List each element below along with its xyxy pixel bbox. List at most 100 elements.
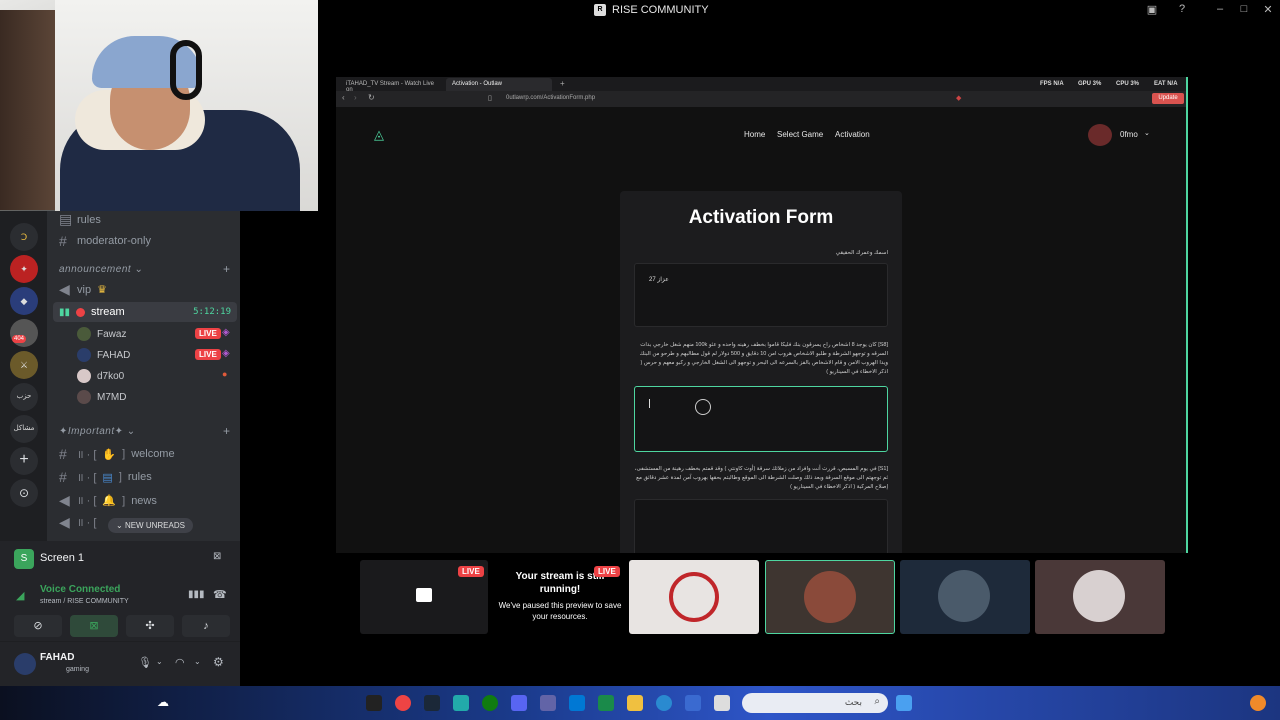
nav-home[interactable]: Home (744, 130, 765, 139)
reload-icon[interactable]: ↻ (368, 93, 375, 102)
stream-tile-user-2[interactable] (765, 560, 895, 634)
answer-2-field[interactable] (634, 386, 888, 452)
activities-button[interactable]: ✣ (126, 615, 174, 637)
teams-icon[interactable] (540, 695, 556, 711)
taskbar-app-8[interactable] (569, 695, 585, 711)
avatar[interactable] (14, 653, 36, 675)
folder-icon[interactable] (627, 695, 643, 711)
question-3: [S1] في يوم المسبص، قررت أنت وافراد من ز… (634, 466, 888, 490)
edge-icon[interactable] (656, 695, 672, 711)
add-channel-icon[interactable]: + (223, 262, 230, 276)
inbox-icon[interactable]: ▣ (1144, 3, 1160, 16)
disconnect-icon[interactable]: ☎ (213, 588, 227, 601)
channel-label: news (131, 494, 157, 507)
discord-icon[interactable] (511, 695, 527, 711)
chevron-down-icon[interactable]: ⌄ (156, 657, 163, 666)
chevron-down-icon[interactable]: ⌄ (194, 657, 201, 666)
help-icon[interactable]: ? (1174, 3, 1190, 15)
extension-icon[interactable]: ◆ (956, 94, 961, 102)
channel-moderator-only[interactable]: # moderator-only (59, 233, 151, 249)
url-field[interactable]: 0utlawrp.com/ActivationForm.php (506, 95, 595, 101)
xbox-icon[interactable] (482, 695, 498, 711)
stream-tile-user-3[interactable] (900, 560, 1030, 634)
soundboard-button[interactable]: ♪ (182, 615, 230, 637)
channel-vip[interactable]: ◀ vip ♛ (59, 281, 107, 298)
category-important[interactable]: ✦Important✦ ⌄ (59, 426, 136, 437)
new-unreads-pill[interactable]: ⌄ NEW UNREADS (108, 518, 193, 533)
channel-stream[interactable]: ▮▮ stream 5:12:19 (53, 302, 237, 322)
taskbar-app-1[interactable] (366, 695, 382, 711)
stream-paused-message: Your stream is still running! We've paus… (498, 570, 622, 622)
tab-activation[interactable]: Activation - Outlaw (446, 78, 552, 91)
add-channel-icon[interactable]: + (223, 424, 230, 438)
voice-status[interactable]: Voice Connected (40, 584, 120, 595)
avatar[interactable] (1088, 124, 1112, 146)
answer-1-field[interactable]: عزاز 27 (634, 263, 888, 327)
voice-member[interactable]: M7MD (77, 390, 126, 404)
stop-stream-button[interactable]: ⊠ (70, 615, 118, 637)
form-title: Activation Form (688, 207, 834, 228)
site-logo-icon[interactable]: ◬ (374, 127, 384, 143)
popout-icon[interactable]: ⊠ (213, 551, 221, 562)
stream-tile-user-1[interactable] (629, 560, 759, 634)
taskbar-app-4[interactable] (453, 695, 469, 711)
close-button[interactable]: ✕ (1260, 3, 1276, 16)
server-icon-5[interactable]: ⚔ (10, 351, 38, 379)
taskbar-app-9[interactable] (598, 695, 614, 711)
back-icon[interactable]: ‹ (342, 93, 345, 102)
channel-hidden[interactable]: ◀ ॥ · [ (59, 514, 96, 531)
server-icon-3[interactable]: ◆ (10, 287, 38, 315)
taskbar-app-13[interactable] (714, 695, 730, 711)
microphone-icon[interactable]: 🎙 (138, 656, 152, 669)
update-button[interactable]: Update (1152, 93, 1184, 104)
chrome-icon[interactable] (395, 695, 411, 711)
tab-stream[interactable]: iTAHAD_TV Stream - Watch Live on (340, 78, 444, 93)
channel-rules[interactable]: ▤ rules (59, 211, 101, 228)
taskbar-search[interactable]: بحث ⌕ (742, 693, 888, 713)
server-icon-4[interactable]: 404 (10, 319, 38, 347)
megaphone-icon: ◀ (59, 492, 70, 508)
camera-off-button[interactable]: ⊘ (14, 615, 62, 637)
server-icon-1[interactable]: Ↄ (10, 223, 38, 251)
answer-3-field[interactable] (634, 499, 888, 553)
site-nav: ◬ Home Select Game Activation 0fmo ⌄ (336, 107, 1186, 162)
live-badge: LIVE (594, 566, 620, 577)
windows-start-icon[interactable] (896, 695, 912, 711)
nav-activation[interactable]: Activation (835, 130, 870, 139)
nav-select-game[interactable]: Select Game (777, 130, 823, 139)
nav-username[interactable]: 0fmo (1120, 130, 1138, 139)
eat-stat: EAT N/A (1154, 81, 1178, 87)
server-icon-7[interactable]: مشاكل (10, 415, 38, 443)
voice-member[interactable]: FAHAD (77, 348, 130, 362)
bookmark-icon[interactable]: ▯ (488, 94, 492, 102)
noise-suppression-icon[interactable]: ▮▮▮ (188, 589, 205, 600)
add-server-icon[interactable]: + (10, 447, 38, 475)
forward-icon[interactable]: › (354, 93, 357, 102)
server-icon-2[interactable]: ✦ (10, 255, 38, 283)
stream-tile-self[interactable]: LIVE (360, 560, 488, 634)
minimize-button[interactable]: – (1212, 3, 1228, 15)
channel-rules-2[interactable]: # ॥ · [▤] rules (59, 469, 152, 485)
steam-icon[interactable] (424, 695, 440, 711)
maximize-button[interactable]: □ (1236, 3, 1252, 15)
chevron-down-icon[interactable]: ⌄ (1144, 129, 1150, 137)
new-unreads-label: NEW UNREADS (124, 521, 185, 530)
webcam-overlay (0, 0, 318, 211)
voice-member[interactable]: Fawaz (77, 327, 126, 341)
taskbar-app-12[interactable] (685, 695, 701, 711)
gear-icon[interactable]: ⚙ (213, 655, 224, 669)
cpu-stat: CPU 3% (1116, 81, 1140, 87)
category-announcement[interactable]: announcement ⌄ (59, 264, 143, 275)
cloud-icon[interactable]: ☁ (157, 695, 173, 711)
headphones-icon[interactable]: ◠ (175, 656, 185, 669)
voice-location[interactable]: stream / RISE COMMUNITY (40, 598, 129, 605)
voice-member[interactable]: d7ko0 (77, 369, 124, 383)
channel-news[interactable]: ◀ ॥ · [🔔] news (59, 492, 157, 509)
explore-icon[interactable]: ⊙ (10, 479, 38, 507)
stream-tile-user-4[interactable] (1035, 560, 1165, 634)
gpu-stat: GPU 3% (1078, 81, 1102, 87)
notification-icon[interactable] (1250, 695, 1266, 711)
new-tab-icon[interactable]: + (560, 79, 565, 88)
server-icon-6[interactable]: حزب (10, 383, 38, 411)
channel-welcome[interactable]: # ॥ · [✋] welcome (59, 446, 175, 462)
